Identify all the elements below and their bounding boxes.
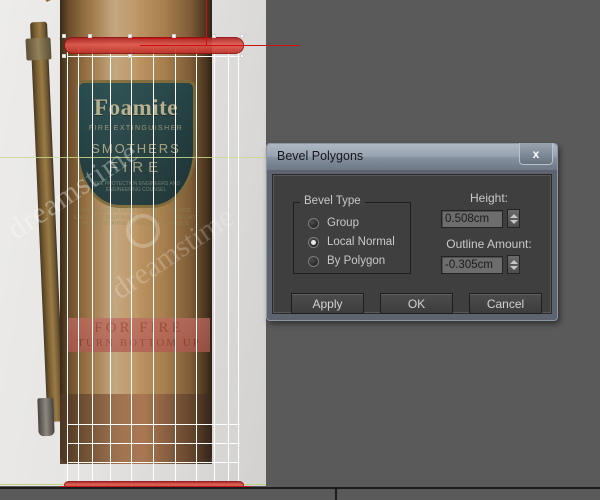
- height-input[interactable]: [441, 209, 503, 228]
- chevron-up-icon: [509, 213, 518, 218]
- radio-option-by-polygon[interactable]: By Polygon: [308, 255, 385, 267]
- dialog-button-row: Apply OK Cancel: [291, 293, 543, 314]
- outline-amount-input[interactable]: [441, 255, 503, 274]
- gizmo-axis-vertical: [206, 0, 207, 46]
- app-root: Foamite FIRE EXTINGUISHER SMOTHERS FIRE …: [0, 0, 600, 500]
- outline-amount-field[interactable]: [441, 255, 520, 274]
- height-spinner[interactable]: [507, 209, 520, 228]
- close-icon[interactable]: x: [519, 143, 553, 165]
- gizmo-axis-horizontal-2: [130, 38, 205, 39]
- vertex-marker: [62, 34, 66, 38]
- bevel-polygons-dialog: Bevel Polygons x Bevel Type Group Local …: [266, 143, 558, 321]
- wire-vline: [67, 48, 68, 488]
- radio-label-local-normal: Local Normal: [327, 236, 395, 248]
- chevron-down-icon: [509, 219, 518, 224]
- vertex-marker: [62, 54, 66, 58]
- radio-icon-by-polygon[interactable]: [308, 255, 319, 267]
- chevron-up-icon: [509, 259, 518, 264]
- outline-amount-label: Outline Amount:: [446, 237, 532, 251]
- vertex-marker: [240, 34, 244, 38]
- editable-poly-wireframe: [0, 0, 300, 489]
- radio-label-group: Group: [327, 217, 359, 229]
- radio-option-local-normal[interactable]: Local Normal: [308, 236, 395, 248]
- gizmo-axis-horizontal: [140, 45, 300, 46]
- height-label: Height:: [469, 191, 509, 205]
- vertex-marker: [88, 34, 92, 38]
- wire-hline: [67, 462, 240, 463]
- wire-vline: [78, 48, 79, 488]
- viewport-divider-horizontal[interactable]: [0, 487, 600, 489]
- wire-vline: [196, 48, 197, 488]
- wire-vline: [153, 48, 154, 488]
- wire-vline: [110, 48, 111, 488]
- vertex-marker: [128, 54, 132, 58]
- bevel-type-group: Bevel Type Group Local Normal By Polygon: [293, 195, 411, 274]
- radio-option-group[interactable]: Group: [308, 217, 359, 229]
- dialog-title: Bevel Polygons: [277, 149, 364, 163]
- viewport-divider-vertical[interactable]: [335, 487, 337, 500]
- vertex-marker: [212, 34, 216, 38]
- radio-icon-group[interactable]: [308, 217, 319, 229]
- cancel-button[interactable]: Cancel: [469, 293, 542, 314]
- radio-icon-local-normal[interactable]: [308, 236, 319, 248]
- radio-label-by-polygon: By Polygon: [327, 255, 386, 267]
- wire-hline: [67, 56, 240, 57]
- wire-vline: [131, 48, 132, 488]
- dialog-titlebar[interactable]: Bevel Polygons x: [267, 143, 557, 170]
- bevel-type-group-label: Bevel Type: [300, 195, 365, 207]
- apply-button[interactable]: Apply: [291, 293, 364, 314]
- wire-hline: [67, 443, 240, 444]
- wire-vline: [238, 48, 239, 488]
- wire-vline: [92, 48, 93, 488]
- wire-vline: [214, 48, 215, 488]
- vertex-marker: [240, 54, 244, 58]
- wire-vline: [175, 48, 176, 488]
- wire-hline: [67, 424, 240, 425]
- chevron-down-icon: [509, 265, 518, 270]
- gizmo-axis-dash: [290, 45, 298, 46]
- outline-amount-spinner[interactable]: [507, 255, 520, 274]
- wire-vline: [228, 48, 229, 488]
- ok-button[interactable]: OK: [380, 293, 453, 314]
- height-field[interactable]: [441, 209, 520, 228]
- dialog-body: Bevel Type Group Local Normal By Polygon…: [272, 174, 552, 314]
